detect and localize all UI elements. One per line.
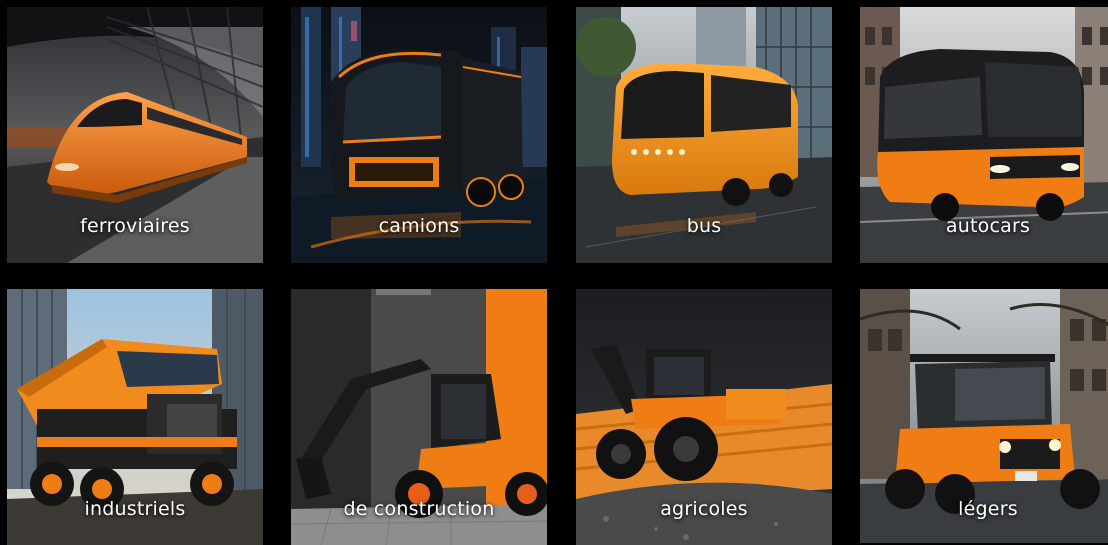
tile-label: ferroviaires [80,215,190,237]
tile-label: de construction [343,498,495,520]
tile-industriels[interactable]: industriels [7,289,263,545]
tile-ferroviaires[interactable]: ferroviaires [7,7,263,263]
tile-label: camions [378,215,460,237]
vehicle-category-grid: ferroviaires camions bus autocars indust… [0,0,1108,545]
tile-autocars[interactable]: autocars [860,7,1108,263]
tile-label: légers [958,498,1018,520]
tile-bus[interactable]: bus [576,7,832,263]
tile-label: agricoles [660,498,748,520]
tile-camions[interactable]: camions [291,7,547,263]
tile-legers[interactable]: légers [860,289,1108,543]
tile-de-construction[interactable]: de construction [291,289,547,545]
tile-label: autocars [945,215,1031,237]
tile-label: industriels [84,498,186,520]
tile-agricoles[interactable]: agricoles [576,289,832,545]
tile-label: bus [686,215,722,237]
